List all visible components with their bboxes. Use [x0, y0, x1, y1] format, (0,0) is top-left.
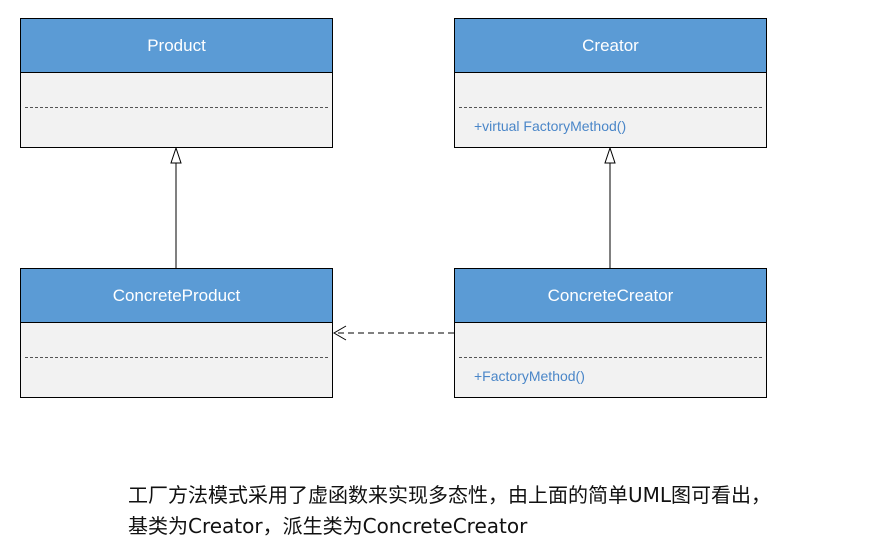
caption-line-1: 工厂方法模式采用了虚函数来实现多态性，由上面的简单UML图可看出， — [128, 483, 772, 507]
caption: 工厂方法模式采用了虚函数来实现多态性，由上面的简单UML图可看出， 基类为Cre… — [128, 480, 771, 542]
class-product-separator — [25, 107, 328, 108]
class-creator: Creator +virtual FactoryMethod() — [454, 18, 767, 148]
class-creator-name: Creator — [455, 19, 766, 73]
class-concrete-product: ConcreteProduct — [20, 268, 333, 398]
caption-line-2: 基类为Creator，派生类为ConcreteCreator — [128, 514, 528, 538]
class-product: Product — [20, 18, 333, 148]
class-concrete-creator: ConcreteCreator +FactoryMethod() — [454, 268, 767, 398]
class-concrete-creator-separator — [459, 357, 762, 358]
class-concrete-creator-name: ConcreteCreator — [455, 269, 766, 323]
creator-generalization — [604, 146, 616, 268]
product-generalization — [170, 146, 182, 268]
class-creator-operation: +virtual FactoryMethod() — [474, 118, 627, 134]
class-product-name: Product — [21, 19, 332, 73]
dependency-arrow — [333, 325, 454, 341]
class-creator-separator — [459, 107, 762, 108]
class-concrete-creator-operation: +FactoryMethod() — [474, 368, 585, 384]
class-concrete-product-name: ConcreteProduct — [21, 269, 332, 323]
class-concrete-product-separator — [25, 357, 328, 358]
